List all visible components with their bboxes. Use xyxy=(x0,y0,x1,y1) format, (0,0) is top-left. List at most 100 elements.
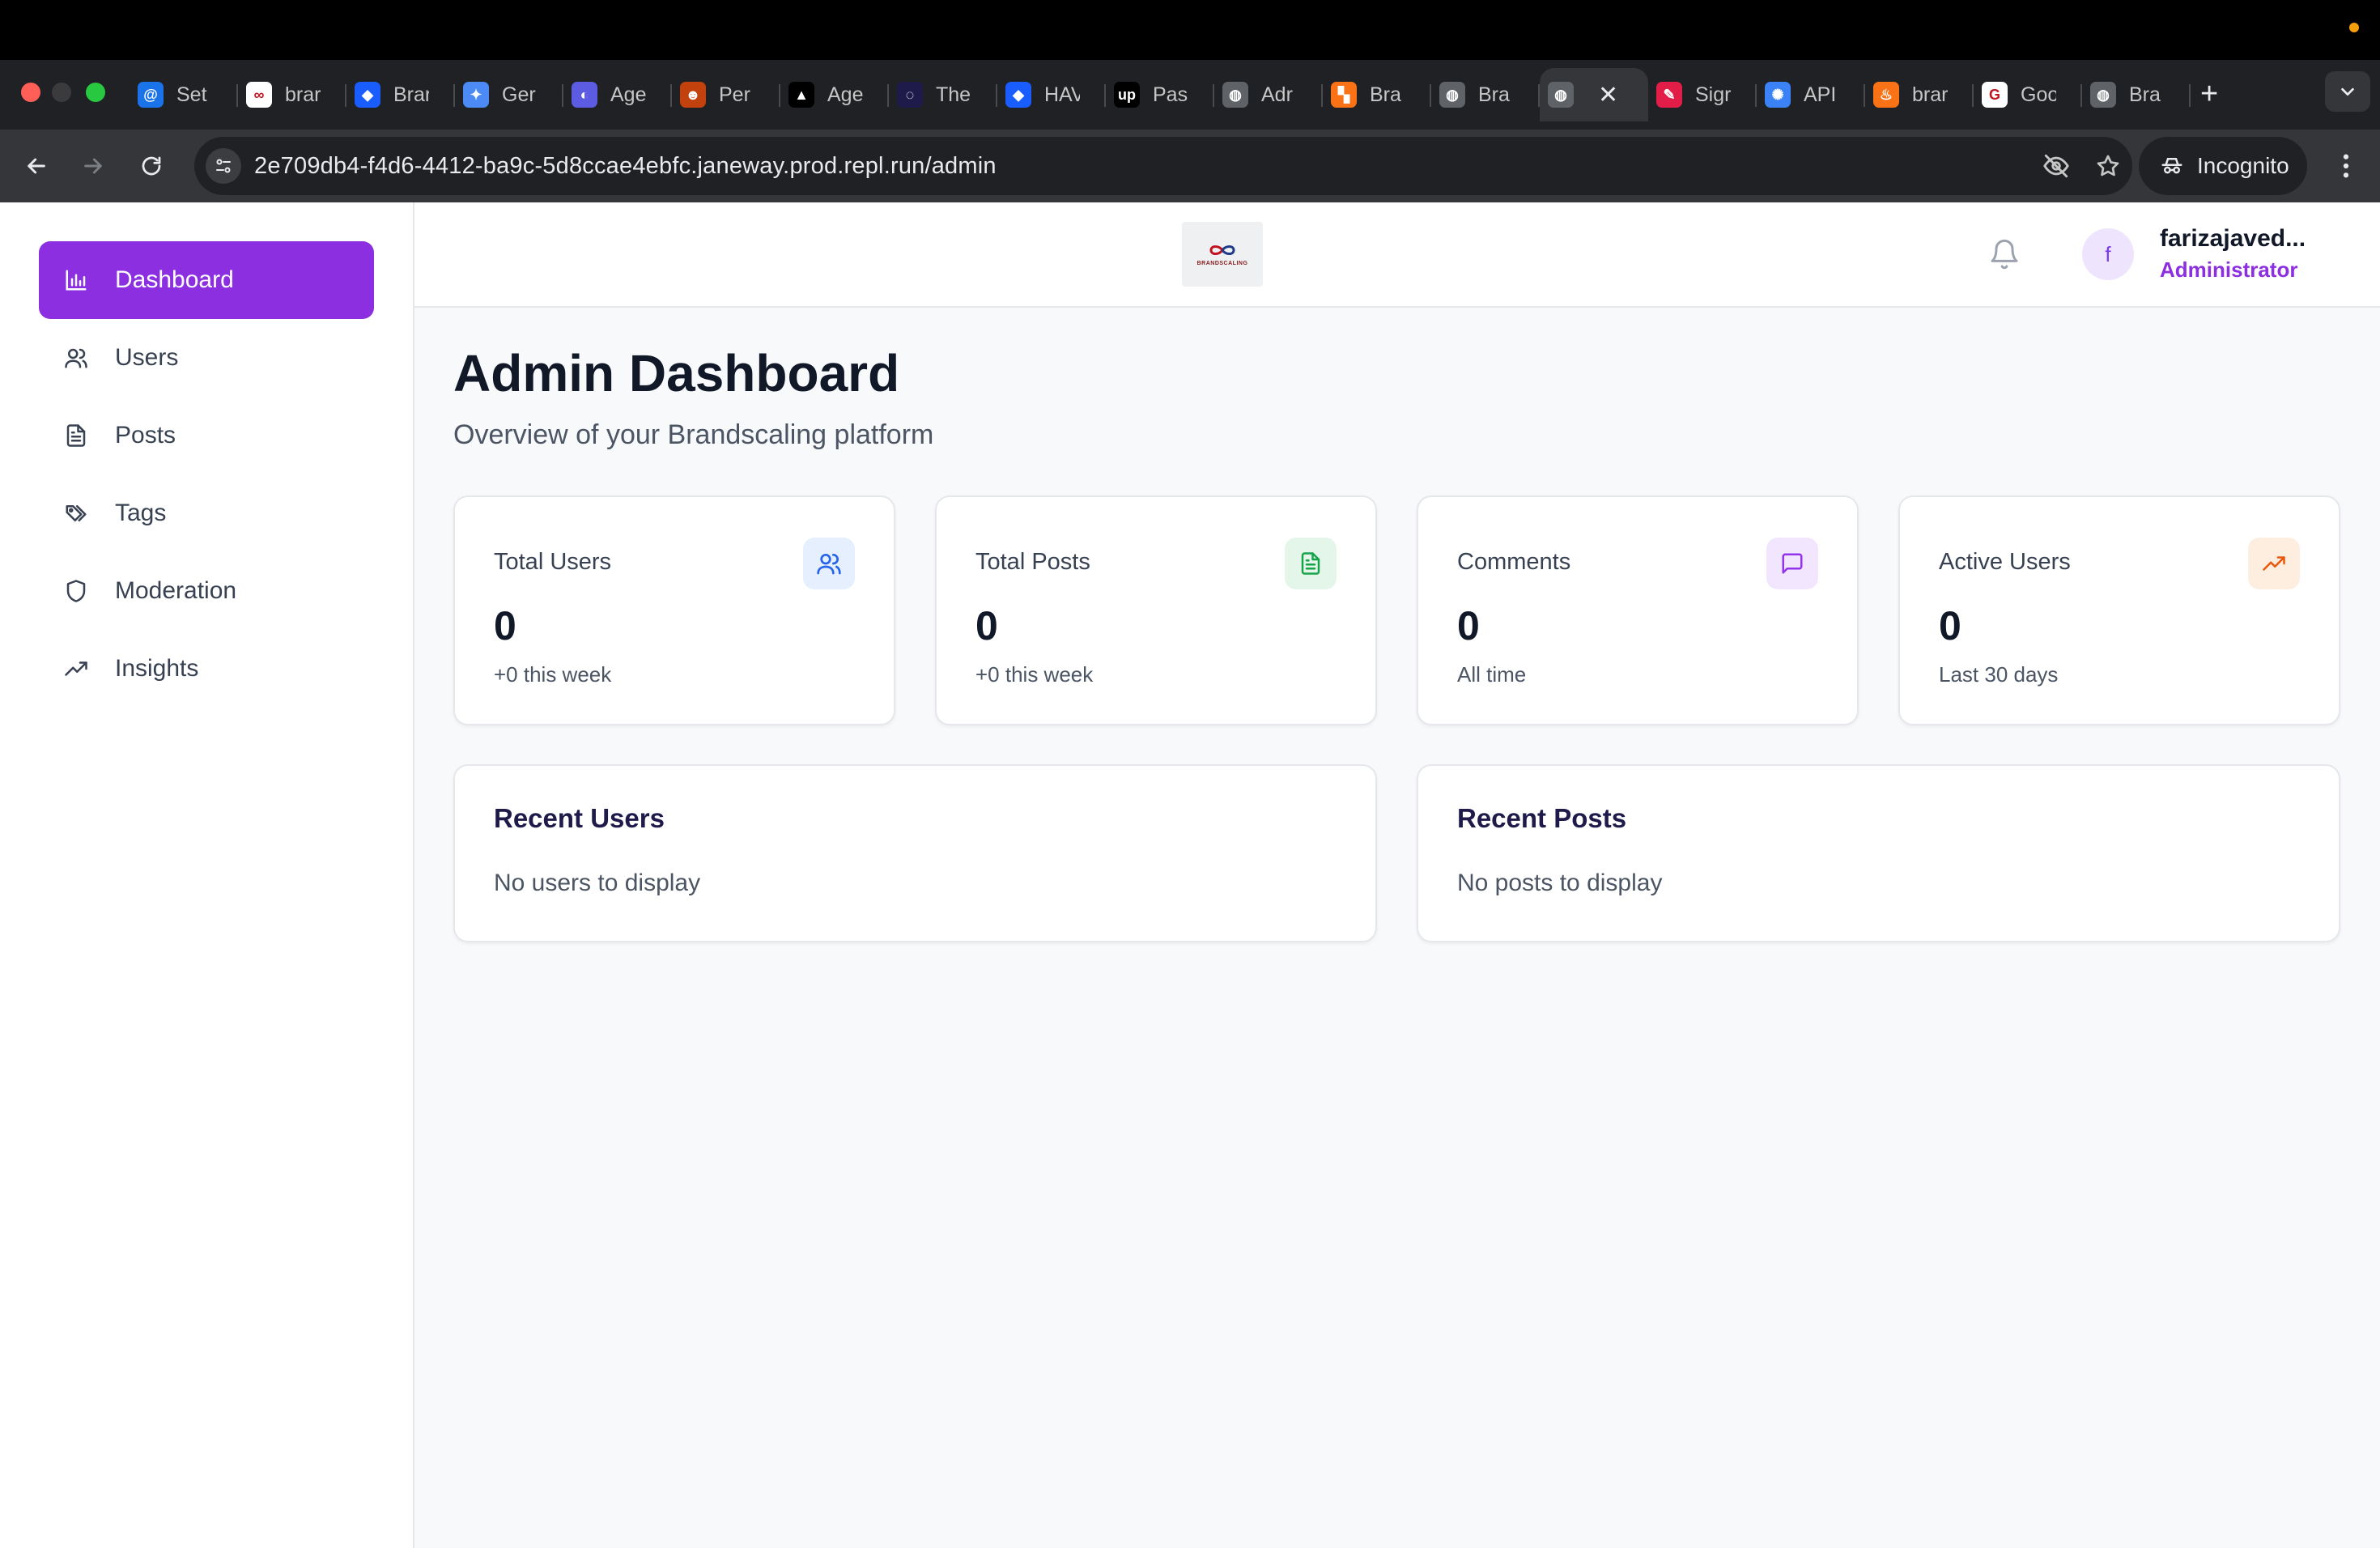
browser-tab[interactable]: ◌ The xyxy=(889,68,997,121)
url-text[interactable]: 2e709db4-f4d6-4412-ba9c-5d8ccae4ebfc.jan… xyxy=(254,153,997,180)
sidebar-item-posts[interactable]: Posts xyxy=(39,397,374,474)
agent-icon: ◐ xyxy=(572,82,597,108)
browser-tab[interactable]: ◍ ✕ xyxy=(1540,68,1648,121)
more-vertical-icon xyxy=(2343,154,2349,178)
tab-search-button[interactable] xyxy=(2325,71,2370,112)
app-header: BRANDSCALING f farizajaved... Administra… xyxy=(414,202,2380,308)
browser-toolbar: 2e709db4-f4d6-4412-ba9c-5d8ccae4ebfc.jan… xyxy=(0,130,2380,202)
sidebar-item-tags[interactable]: Tags xyxy=(39,474,374,552)
chevron-down-icon xyxy=(2341,87,2354,96)
stat-label: Total Posts xyxy=(975,549,1090,575)
page-subtitle: Overview of your Brandscaling platform xyxy=(453,419,934,450)
stat-value: 0 xyxy=(975,603,998,649)
sidebar-item-label: Insights xyxy=(115,655,199,682)
sidebar-item-dashboard[interactable]: Dashboard xyxy=(39,241,374,319)
browser-tab[interactable]: @ Set xyxy=(130,68,238,121)
browser-tab[interactable]: up Pas xyxy=(1106,68,1214,121)
stat-note: All time xyxy=(1457,662,1527,687)
browser-tab-strip: @ Set ∞ brar ◆ Brar ✦ Ger ◐ Age ☻ Per ▲ Age ◌ The ◆ HAV up… xyxy=(0,60,2380,130)
user-role: Administrator xyxy=(2160,257,2298,282)
sidebar-item-label: Users xyxy=(115,344,179,371)
brand-logo[interactable]: BRANDSCALING xyxy=(1182,222,1263,287)
sidebar-item-moderation[interactable]: Moderation xyxy=(39,552,374,630)
recent-posts-panel: Recent Posts No posts to display xyxy=(1417,764,2340,942)
address-bar[interactable]: 2e709db4-f4d6-4412-ba9c-5d8ccae4ebfc.jan… xyxy=(194,137,2132,195)
browser-tab[interactable]: G Goo xyxy=(1974,68,2082,121)
upwork-icon: up xyxy=(1114,82,1140,108)
sidebar-item-users[interactable]: Users xyxy=(39,319,374,397)
spiral-icon: @ xyxy=(138,82,164,108)
browser-tab[interactable]: ▲ Age xyxy=(780,68,889,121)
avatar[interactable]: f xyxy=(2082,228,2134,280)
browser-tab[interactable]: ▚ Bra xyxy=(1323,68,1431,121)
empty-state-text: No users to display xyxy=(494,870,701,896)
trending-up-icon xyxy=(2248,538,2300,589)
grid-icon: ▚ xyxy=(1331,82,1357,108)
close-tab-icon[interactable]: ✕ xyxy=(1598,81,1618,109)
browser-tab[interactable]: ◆ Brar xyxy=(346,68,455,121)
window-minimize-button[interactable] xyxy=(52,83,71,102)
users-icon xyxy=(62,343,91,372)
stat-label: Comments xyxy=(1457,549,1571,575)
arrow-left-icon xyxy=(28,158,45,174)
infinity-logo-icon xyxy=(1209,245,1235,255)
browser-tab[interactable]: ♨ brar xyxy=(1865,68,1974,121)
browser-tab[interactable]: ✦ Ger xyxy=(455,68,563,121)
browser-tab[interactable]: ◐ Age xyxy=(563,68,672,121)
dark-circle-icon: ◌ xyxy=(897,82,923,108)
browser-tab[interactable]: ☻ Per xyxy=(672,68,780,121)
brand-logo-text: BRANDSCALING xyxy=(1196,260,1248,266)
stat-note: +0 this week xyxy=(975,662,1094,687)
stat-note: Last 30 days xyxy=(1939,662,2059,687)
browser-tab[interactable]: ◍ Adr xyxy=(1214,68,1323,121)
openai-icon: ✺ xyxy=(1765,82,1791,108)
back-button[interactable] xyxy=(18,147,55,185)
browser-tab[interactable]: ∞ brar xyxy=(238,68,346,121)
forward-button[interactable] xyxy=(74,147,112,185)
sidebar-item-label: Moderation xyxy=(115,577,237,604)
globe-icon: ◍ xyxy=(1222,82,1248,108)
sidebar-item-label: Tags xyxy=(115,500,167,526)
browser-menu-button[interactable] xyxy=(2330,147,2362,185)
globe-icon: ◍ xyxy=(2090,82,2116,108)
sidebar-item-insights[interactable]: Insights xyxy=(39,630,374,708)
window-close-button[interactable] xyxy=(21,83,40,102)
notifications-button[interactable] xyxy=(1988,238,2021,270)
tune-icon xyxy=(216,159,231,173)
os-menu-bar xyxy=(0,0,2380,60)
tab-title: Per xyxy=(719,83,750,106)
site-info-button[interactable] xyxy=(206,148,241,184)
dropbox-icon: ◆ xyxy=(1005,82,1031,108)
tab-title: Adr xyxy=(1261,83,1293,106)
tracking-protection-icon[interactable] xyxy=(2042,151,2071,181)
new-tab-button[interactable]: + xyxy=(2200,78,2218,110)
brand-logo-icon: ∞ xyxy=(246,82,272,108)
browser-tab[interactable]: ◆ HAV xyxy=(997,68,1106,121)
sidebar-item-label: Dashboard xyxy=(115,266,234,293)
tab-title: Bra xyxy=(1478,83,1510,106)
stat-label: Active Users xyxy=(1939,549,2071,575)
tab-title: Ger xyxy=(502,83,536,106)
tab-title: brar xyxy=(285,83,321,106)
globe-icon: ◍ xyxy=(1439,82,1465,108)
browser-tab[interactable]: ✺ API xyxy=(1757,68,1865,121)
empty-state-text: No posts to display xyxy=(1457,870,1663,896)
tab-list: @ Set ∞ brar ◆ Brar ✦ Ger ◐ Age ☻ Per ▲ Age ◌ The ◆ HAV up… xyxy=(130,68,2191,121)
google-icon: G xyxy=(1982,82,2008,108)
browser-tab[interactable]: ✎ Sigr xyxy=(1648,68,1757,121)
document-icon xyxy=(62,421,91,450)
incognito-label: Incognito xyxy=(2197,153,2289,178)
globe-icon: ◍ xyxy=(1548,82,1574,108)
user-name: farizajaved... xyxy=(2160,225,2306,252)
users-icon xyxy=(803,538,855,589)
bookmark-button[interactable] xyxy=(2093,151,2123,181)
incognito-indicator[interactable]: Incognito xyxy=(2139,137,2307,195)
sidebar: Dashboard Users Posts Tags Moderation In… xyxy=(0,202,414,1548)
tab-title: Brar xyxy=(393,83,429,106)
browser-tab[interactable]: ◍ Bra xyxy=(1431,68,1540,121)
window-zoom-button[interactable] xyxy=(86,83,105,102)
browser-tab[interactable]: ◍ Bra xyxy=(2082,68,2191,121)
panel-title: Recent Users xyxy=(494,803,665,833)
stat-card-total-users: Total Users 0 +0 this week xyxy=(453,495,895,725)
reload-button[interactable] xyxy=(133,147,170,185)
